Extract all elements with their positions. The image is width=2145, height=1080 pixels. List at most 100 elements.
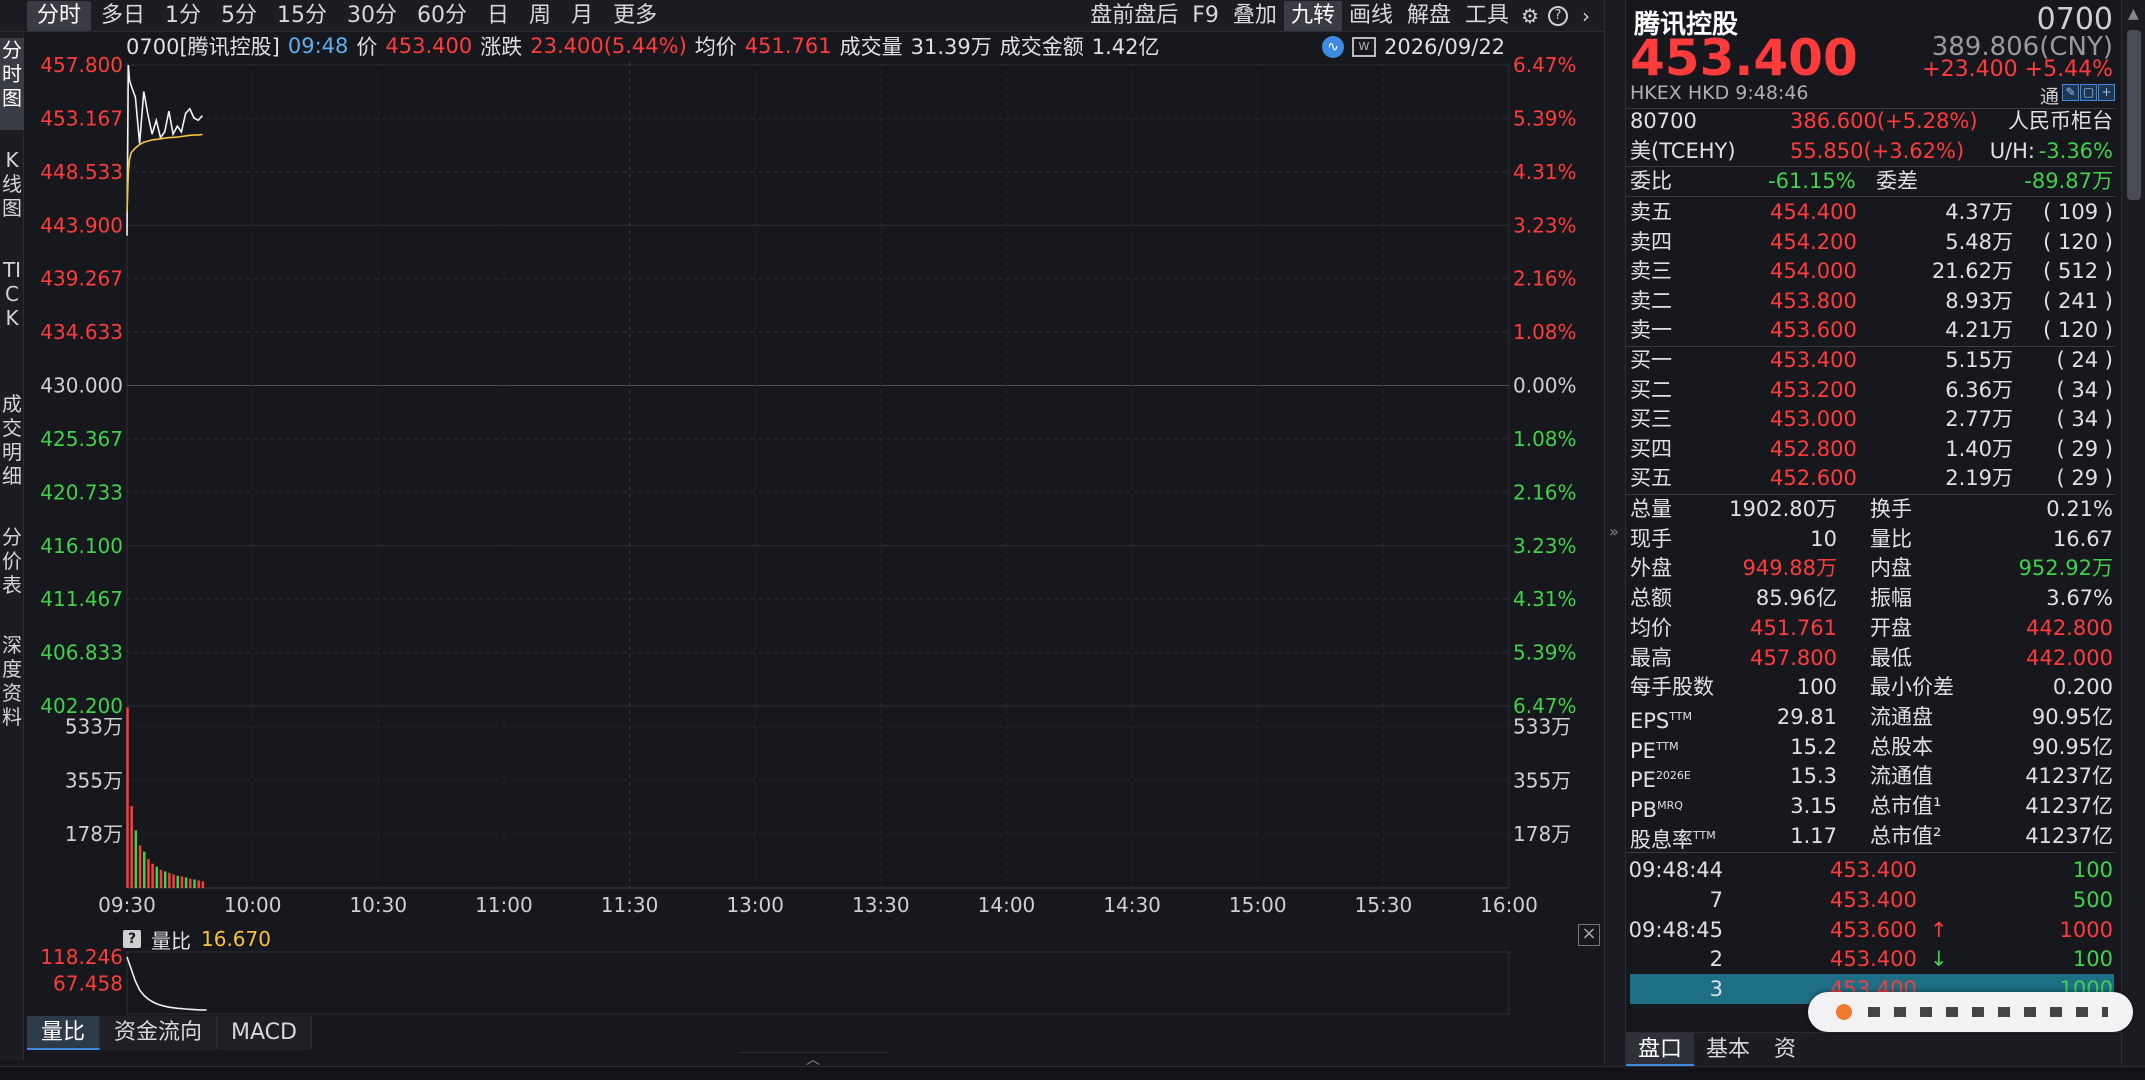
bid-row[interactable]: 买五 452.600 2.19万 ( 29 ) (1630, 463, 2113, 493)
stat-value: 29.81 (1776, 704, 1837, 729)
bid-volume: 2.19万 (1945, 466, 2013, 490)
chevron-up-icon[interactable]: ▲ (2128, 6, 2139, 22)
connect-badge: 通 (2039, 86, 2059, 108)
sub-tick-label: 118.246 (40, 945, 123, 969)
time-tick-label: 14:30 (1103, 893, 1161, 917)
stat-row[interactable]: 总量 1902.80万 换手 0.21% (1630, 494, 2113, 524)
ask-row[interactable]: 卖五 454.400 4.37万 ( 109 ) (1630, 197, 2113, 227)
tick-arrow-icon: ↓ (1930, 947, 1948, 972)
right-scrollbar[interactable]: ▲ (2121, 0, 2145, 1066)
intraday-chart[interactable]: 457.800 453.167 448.533 443.900 439.267 434.6… (0, 0, 1604, 1020)
indicator-tab-volume-ratio[interactable]: 量比 (27, 1016, 101, 1050)
stat-value: 41237亿 (2025, 794, 2113, 818)
indicator-tab-fund-flow[interactable]: 资金流向 (100, 1016, 218, 1050)
stat-value: 16.67 (2052, 526, 2113, 551)
stat-value: 0.200 (2052, 675, 2113, 700)
bid-row[interactable]: 买三 453.000 2.77万 ( 34 ) (1630, 404, 2113, 434)
plus-icon[interactable]: + (2098, 84, 2115, 101)
wb-value: -61.15% (1768, 169, 1856, 193)
bid-volume: 2.77万 (1945, 407, 2013, 431)
price-lines (126, 64, 203, 236)
stat-row[interactable]: 最高 457.800 最低 442.000 (1630, 643, 2113, 673)
indicator-tab-macd[interactable]: MACD (217, 1016, 312, 1050)
superscript: TTM (1655, 739, 1679, 753)
ask-row[interactable]: 卖四 454.200 5.48万 ( 120 ) (1630, 227, 2113, 257)
time-tick-label: 13:30 (852, 893, 910, 917)
rtab-capital[interactable]: 资 (1762, 1033, 1808, 1066)
price-tick-label: 434.633 (40, 320, 123, 344)
time-tick-label: 11:00 (475, 893, 533, 917)
rmb-counter-row[interactable]: 80700 386.600(+5.28%) 人民币柜台 (1630, 106, 2113, 136)
ask-row[interactable]: 卖三 454.000 21.62万 ( 512 ) (1630, 256, 2113, 286)
price-tick-label: 430.000 (40, 374, 123, 398)
bid-row[interactable]: 买四 452.800 1.40万 ( 29 ) (1630, 434, 2113, 464)
volume-bars (126, 707, 205, 888)
tick-row[interactable]: 7 453.400 500 (1630, 885, 2113, 915)
exchange: HKEX (1630, 82, 1682, 104)
stat-row[interactable]: PETTM 15.2 总股本 90.95亿 (1630, 732, 2113, 763)
stat-row[interactable]: 股息率TTM 1.17 总市值² 41237亿 (1630, 821, 2113, 852)
stat-label: 现手 (1630, 526, 1672, 551)
stat-label: 总量 (1630, 497, 1672, 521)
tick-row[interactable]: 09:48:44 453.400 100 (1628, 855, 2113, 885)
tick-volume: 1000 (2059, 917, 2113, 942)
stat-row[interactable]: 现手 10 量比 16.67 (1630, 524, 2113, 554)
stat-label: 量比 (1870, 526, 1912, 551)
ask-order-count: ( 512 ) (2043, 259, 2113, 283)
ask-price: 453.800 (1770, 288, 1857, 313)
ask-price: 454.000 (1770, 259, 1857, 283)
help-icon[interactable]: ? (123, 930, 141, 948)
rtab-basic[interactable]: 基本 (1694, 1033, 1762, 1066)
bottom-ticker-strip (0, 1066, 2145, 1080)
stat-row[interactable]: EPSTTM 29.81 流通盘 90.95亿 (1630, 702, 2113, 733)
stat-label: 总市值¹ (1870, 794, 1942, 818)
volume-tick-label: 533万 (1513, 714, 1571, 738)
tick-row[interactable]: 2 453.400 ↓ 100 (1630, 944, 2113, 974)
ask-row[interactable]: 卖一 453.600 4.21万 ( 120 ) (1630, 315, 2113, 345)
stat-row[interactable]: 每手股数 100 最小价差 0.200 (1630, 672, 2113, 702)
stat-label: 开盘 (1870, 615, 1912, 640)
order-ratio-row: 委比 -61.15% 委差 -89.87万 (1630, 166, 2113, 196)
panel-splitter[interactable]: » (1604, 0, 1626, 1066)
stat-value: 949.88万 (1742, 556, 1837, 581)
stat-value: 457.800 (1750, 645, 1837, 670)
percent-axis: 6.47% 5.39% 4.31% 3.23% 2.16% 1.08% 0.00% 1.08%… (1513, 53, 1577, 718)
volume-ratio-line (126, 956, 207, 1011)
us-adr-row[interactable]: 美(TCEHY) 55.850(+3.62%) U/H: -3.36% (1630, 136, 2113, 166)
rtab-orderbook[interactable]: 盘口 (1626, 1033, 1695, 1066)
stat-row[interactable]: PE2026E 15.3 流通值 41237亿 (1630, 761, 2113, 792)
time-axis: 09:30 10:00 10:30 11:00 11:30 13:00 13:30 14:00… (98, 893, 1538, 917)
volume-tick-label: 355万 (1513, 768, 1571, 792)
stat-label: 最低 (1870, 645, 1912, 670)
stat-row[interactable]: PBMRQ 3.15 总市值¹ 41237亿 (1630, 791, 2113, 822)
ask-order-count: ( 109 ) (2043, 200, 2113, 224)
bid-price: 452.800 (1770, 436, 1857, 461)
tick-row[interactable]: 09:48:45 453.600 ↑ 1000 (1629, 915, 2113, 945)
change-percent: +5.44% (2024, 57, 2113, 82)
floating-widget[interactable] (1808, 992, 2133, 1032)
ask-row[interactable]: 卖二 453.800 8.93万 ( 241 ) (1630, 286, 2113, 316)
ask-price: 454.400 (1770, 200, 1857, 224)
ask-level-label: 卖二 (1630, 288, 1672, 313)
close-icon[interactable]: × (1578, 924, 1600, 946)
stat-value: 41237亿 (2025, 823, 2113, 848)
stat-row[interactable]: 外盘 949.88万 内盘 952.92万 (1630, 553, 2113, 583)
window-icon[interactable]: ▢ (2080, 84, 2097, 101)
tick-time: 09:48:44 (1628, 858, 1723, 882)
pencil-icon[interactable]: ✎ (2062, 84, 2079, 101)
bid-row[interactable]: 买二 453.200 6.36万 ( 34 ) (1630, 375, 2113, 405)
stat-label: 总市值² (1870, 823, 1942, 848)
chevron-up-icon[interactable]: ︿ (738, 1052, 888, 1067)
ask-volume: 4.37万 (1945, 200, 2013, 224)
sub-axis: 118.246 67.458 (40, 945, 123, 996)
stat-row[interactable]: 均价 451.761 开盘 442.800 (1630, 613, 2113, 643)
bid-row[interactable]: 买一 453.400 5.15万 ( 24 ) (1630, 345, 2113, 375)
time-tick-label: 09:30 (98, 893, 156, 917)
sub-chart-header: ? 量比 16.670 (123, 925, 271, 953)
bid-volume: 1.40万 (1945, 436, 2013, 461)
ask-order-count: ( 120 ) (2043, 318, 2113, 342)
ask-order-count: ( 120 ) (2043, 229, 2113, 254)
superscript: TTM (1669, 709, 1693, 723)
rmb-counter-code: 80700 (1630, 109, 1697, 133)
stat-row[interactable]: 总额 85.96亿 振幅 3.67% (1630, 583, 2113, 613)
